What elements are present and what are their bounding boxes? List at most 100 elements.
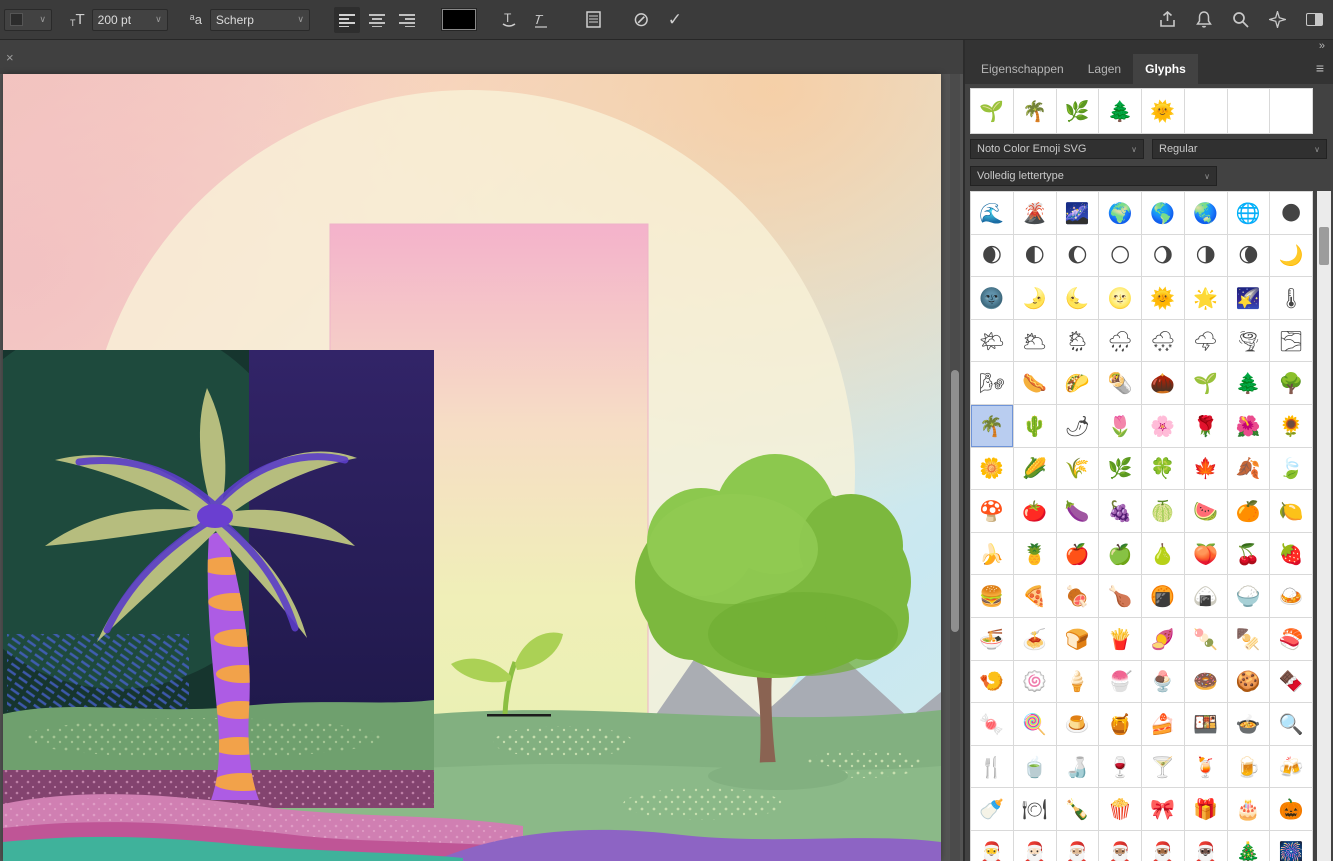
glyph-cell[interactable]: 🍹 [1185,746,1228,789]
glyph-cell[interactable]: 🍜 [971,618,1014,661]
glyph-cell[interactable]: 🌿 [1099,448,1142,491]
glyph-cell[interactable]: 🎅🏼 [1057,831,1100,861]
glyph-cell[interactable]: 🎃 [1270,788,1313,831]
tool-preset-select[interactable]: ∨ [4,9,52,31]
glyph-cell[interactable]: 🌤 [971,320,1014,363]
glyph-cell[interactable]: 🌞 [1142,277,1185,320]
search-icon[interactable] [1232,11,1249,28]
discover-icon[interactable] [1269,11,1286,28]
glyph-cell[interactable]: 🌾 [1057,448,1100,491]
glyph-cell[interactable]: 🌔 [1057,235,1100,278]
glyphs-scrollbar-thumb[interactable] [1319,227,1329,265]
align-left-button[interactable] [334,7,360,33]
glyph-cell[interactable]: 🍺 [1228,746,1271,789]
glyph-cell[interactable]: 🍶 [1057,746,1100,789]
glyph-cell[interactable]: 🍒 [1228,533,1271,576]
glyph-cell[interactable]: 🍘 [1142,575,1185,618]
glyph-cell[interactable]: 🍚 [1228,575,1271,618]
glyph-cell[interactable]: 🍓 [1270,533,1313,576]
align-right-button[interactable] [394,7,420,33]
glyph-cell[interactable]: 🍌 [971,533,1014,576]
glyph-cell[interactable]: 🍯 [1099,703,1142,746]
glyph-cell[interactable]: 🍞 [1057,618,1100,661]
glyph-cell[interactable]: 🍉 [1185,490,1228,533]
glyph-cell[interactable]: 🍏 [1099,533,1142,576]
glyph-cell[interactable]: 🌘 [1228,235,1271,278]
glyph-cell[interactable]: 🍟 [1099,618,1142,661]
glyph-cell[interactable]: 🍢 [1228,618,1271,661]
commit-edits-icon[interactable]: ✓ [668,10,682,30]
glyph-cell[interactable]: 🍱 [1185,703,1228,746]
panel-menu-icon[interactable]: ≡ [1316,54,1333,84]
glyph-cell[interactable]: 🌸 [1142,405,1185,448]
glyph-cell[interactable]: 🍂 [1228,448,1271,491]
glyph-cell[interactable]: 🍊 [1228,490,1271,533]
glyph-cell[interactable]: 🍠 [1142,618,1185,661]
glyph-cell[interactable]: 🌮 [1057,362,1100,405]
glyph-cell[interactable]: 🌵 [1014,405,1057,448]
glyph-cell[interactable]: 🌠 [1228,277,1271,320]
glyph-cell[interactable]: 🌺 [1228,405,1271,448]
align-center-button[interactable] [364,7,390,33]
glyph-cell[interactable]: 🌽 [1014,448,1057,491]
glyph-cell[interactable]: 🌦 [1057,320,1100,363]
glyph-cell[interactable]: 🌝 [1099,277,1142,320]
glyph-cell[interactable]: 🌬 [971,362,1014,405]
close-icon[interactable]: × [6,50,14,65]
glyph-cell[interactable]: 🌴 [971,405,1014,448]
glyph-cell[interactable]: 🍡 [1185,618,1228,661]
glyph-cell[interactable]: 🎅🏿 [1185,831,1228,861]
tab-eigenschappen[interactable]: Eigenschappen [969,54,1076,84]
warp-text-icon[interactable]: T [500,11,518,29]
glyph-cell[interactable]: 🌡 [1270,277,1313,320]
font-style-select[interactable]: Regular ∨ [1152,139,1327,159]
glyph-cell[interactable]: 🌊 [971,192,1014,235]
glyph-cell[interactable]: 🌓 [1014,235,1057,278]
recent-glyph-cell[interactable]: 🌴 [1014,89,1057,134]
glyph-cell[interactable]: 🌟 [1185,277,1228,320]
glyph-cell[interactable]: 🍮 [1057,703,1100,746]
glyph-cell[interactable]: 🍩 [1185,661,1228,704]
glyph-cell[interactable]: 🍰 [1142,703,1185,746]
glyph-cell[interactable]: 🍷 [1099,746,1142,789]
glyph-cell[interactable]: 🍗 [1099,575,1142,618]
glyph-cell[interactable]: 🌎 [1142,192,1185,235]
glyph-cell[interactable]: 🍋 [1270,490,1313,533]
tab-lagen[interactable]: Lagen [1076,54,1133,84]
glyph-cell[interactable]: 🌹 [1185,405,1228,448]
glyph-cell[interactable]: 🍖 [1057,575,1100,618]
glyph-cell[interactable]: 🍦 [1057,661,1100,704]
glyph-cell[interactable]: 🍽 [1014,788,1057,831]
glyph-cell[interactable]: 🍪 [1228,661,1271,704]
glyph-cell[interactable]: 🍥 [1014,661,1057,704]
glyph-cell[interactable]: 🌚 [971,277,1014,320]
glyph-cell[interactable]: 🌲 [1228,362,1271,405]
text-transform-icon[interactable]: T [532,11,550,29]
glyph-cell[interactable]: 🍈 [1142,490,1185,533]
glyph-cell[interactable]: 🎄 [1228,831,1271,861]
glyph-cell[interactable]: 🎆 [1270,831,1313,861]
glyph-cell[interactable]: 🌍 [1099,192,1142,235]
canvas-artwork[interactable] [3,74,941,861]
glyph-cell[interactable]: 🍵 [1014,746,1057,789]
glyph-cell[interactable]: 🍧 [1099,661,1142,704]
glyph-cell[interactable]: 🍀 [1142,448,1185,491]
glyph-cell[interactable]: 🍾 [1057,788,1100,831]
glyph-cell[interactable]: 🍆 [1057,490,1100,533]
glyph-cell[interactable]: 🌜 [1057,277,1100,320]
glyph-cell[interactable]: 🎅🏾 [1142,831,1185,861]
glyph-cell[interactable]: 🌪 [1228,320,1271,363]
glyph-cell[interactable]: 🌌 [1057,192,1100,235]
notifications-icon[interactable] [1196,11,1212,28]
glyph-cell[interactable]: 🌑 [1270,192,1313,235]
glyph-cell[interactable]: 🍭 [1014,703,1057,746]
canvas-scrollbar[interactable] [950,74,960,861]
glyph-cell[interactable]: 🍤 [971,661,1014,704]
glyph-cell[interactable]: 🎂 [1228,788,1271,831]
glyph-cell[interactable]: 🌕 [1099,235,1142,278]
recent-glyph-cell[interactable]: 🌞 [1142,89,1185,134]
glyphs-scrollbar[interactable] [1317,191,1331,861]
anti-alias-select[interactable]: Scherp ∨ [210,9,310,31]
glyph-cell[interactable]: 🌏 [1185,192,1228,235]
glyph-cell[interactable]: 🌰 [1142,362,1185,405]
